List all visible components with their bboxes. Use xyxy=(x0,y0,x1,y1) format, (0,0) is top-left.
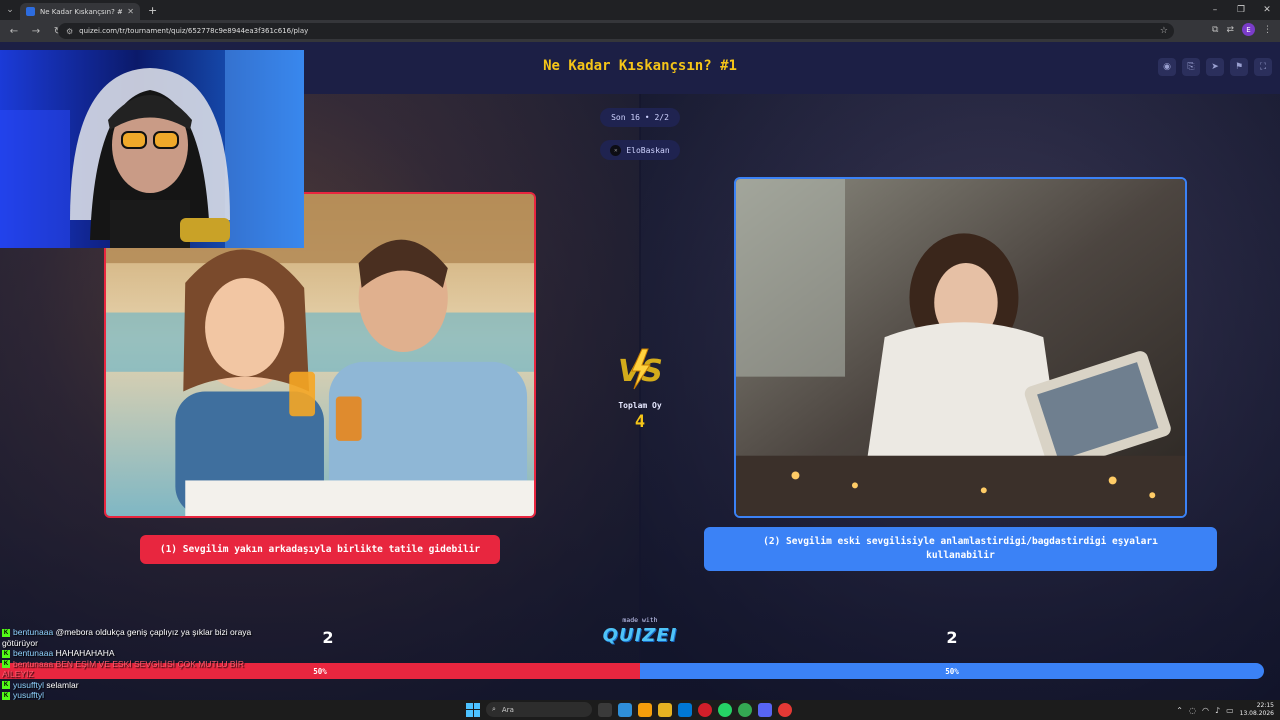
chat-text: selamlar xyxy=(46,679,79,690)
wifi-icon[interactable]: ◠ xyxy=(1202,706,1209,715)
opera-icon[interactable] xyxy=(698,702,712,717)
user-name: EloBaskan xyxy=(626,145,670,155)
kick-badge-icon: K xyxy=(2,691,10,700)
new-tab-icon[interactable]: + xyxy=(148,4,157,17)
close-window-icon[interactable]: ✕ xyxy=(1254,5,1280,15)
extensions-icon[interactable]: ⧉ xyxy=(1212,25,1218,35)
chat-username[interactable]: yusufftyl xyxy=(13,680,44,690)
share-icon[interactable]: ⎘ xyxy=(1182,58,1200,76)
chrome-icon[interactable] xyxy=(738,702,752,717)
extensions-area: ⧉ ⇄ E ⋮ xyxy=(1212,23,1272,36)
right-percent-label: 50% xyxy=(945,666,959,676)
obs-icon[interactable] xyxy=(778,702,792,717)
whatsapp-icon[interactable] xyxy=(718,702,732,717)
webcam-overlay xyxy=(0,50,304,248)
browser-tabbar: ⌄ Ne Kadar Kıskançsın? #1 - Tier ✕ + – ❐… xyxy=(0,0,1280,20)
network-icon[interactable]: ◌ xyxy=(1189,706,1196,715)
chat-message: Kyusufftyl xyxy=(2,690,262,701)
quizei-favicon-icon xyxy=(26,7,35,16)
total-votes-count: 4 xyxy=(634,412,646,432)
task-view-icon[interactable] xyxy=(598,702,612,717)
tab-title: Ne Kadar Kıskançsın? #1 - Tier xyxy=(40,7,122,16)
windows-start-icon[interactable] xyxy=(466,702,480,717)
clock-time: 22:15 xyxy=(1256,702,1274,709)
taskbar-clock[interactable]: 22:15 13.08.2026 xyxy=(1240,702,1274,718)
right-vote-count: 2 xyxy=(946,628,958,647)
streamer-webcam-image xyxy=(0,50,304,248)
browser-menu-icon[interactable]: ⋮ xyxy=(1263,25,1272,35)
chat-text: HAHAHAHAHA xyxy=(55,648,115,658)
bookmark-star-icon[interactable]: ☆ xyxy=(1160,26,1168,36)
fullscreen-icon[interactable]: ⛶ xyxy=(1254,58,1272,76)
chat-username[interactable]: bentunaaa xyxy=(13,627,53,637)
right-percent-fill: 50% xyxy=(640,663,1264,679)
send-icon[interactable]: ➤ xyxy=(1206,58,1224,76)
tray-chevron-icon[interactable]: ⌃ xyxy=(1176,706,1183,715)
round-pill: Son 16 • 2/2 xyxy=(600,108,680,127)
stream-chat: Kbentunaaa @mebora oldukça geniş çaplıyı… xyxy=(2,627,262,701)
widgets-icon[interactable] xyxy=(618,702,632,717)
user-pill[interactable]: ✕ EloBaskan xyxy=(600,140,680,160)
left-vote-count: 2 xyxy=(322,628,334,647)
kick-badge-icon: K xyxy=(2,628,10,637)
quizei-logo[interactable]: QUIZEI xyxy=(600,625,680,646)
kick-badge-icon: K xyxy=(2,660,10,669)
discord-icon[interactable] xyxy=(758,702,772,717)
choice-right-label[interactable]: (2) Sevgilim eski sevgilisiyle anlamlast… xyxy=(704,527,1217,571)
eye-icon[interactable]: ◉ xyxy=(1158,58,1176,76)
made-with-text: made with xyxy=(622,616,658,624)
vs-icon: VS xyxy=(618,348,663,390)
total-votes-label: Toplam Oy xyxy=(618,401,662,410)
file-explorer-icon[interactable] xyxy=(658,702,672,717)
minimize-icon[interactable]: – xyxy=(1202,5,1228,15)
windows-taskbar: ⌕ Ara ⌃ ◌ ◠ ♪ ▭ 22:15 13.08.2026 xyxy=(0,700,1280,720)
taskbar-apps: ⌕ Ara xyxy=(466,702,792,717)
back-icon[interactable]: ← xyxy=(8,26,20,37)
url-text: quizei.com/tr/tournament/quiz/652778c9e8… xyxy=(79,27,309,35)
profile-avatar[interactable]: E xyxy=(1242,23,1255,36)
kick-badge-icon: K xyxy=(2,681,10,690)
volume-icon[interactable]: ♪ xyxy=(1215,706,1220,715)
chat-message: Kbentunaaa BEN EŞİM VE ESKİ SEVGİLİSİ ÇO… xyxy=(2,659,262,680)
site-info-icon[interactable]: ⚙ xyxy=(66,27,73,36)
chat-username[interactable]: bentunaaa xyxy=(13,648,53,658)
tab-list-icon[interactable]: ⌄ xyxy=(0,0,20,20)
search-icon: ⌕ xyxy=(492,705,496,713)
store-icon[interactable] xyxy=(678,702,692,717)
round-text: Son 16 • 2/2 xyxy=(611,113,669,122)
flag-icon[interactable]: ⚑ xyxy=(1230,58,1248,76)
browser-toolbar: ← → ↻ ⚙ quizei.com/tr/tournament/quiz/65… xyxy=(0,20,1280,42)
address-bar[interactable]: ⚙ quizei.com/tr/tournament/quiz/652778c9… xyxy=(58,23,1174,39)
clock-date: 13.08.2026 xyxy=(1239,710,1274,717)
kick-badge-icon: K xyxy=(2,649,10,658)
user-avatar: ✕ xyxy=(610,144,622,156)
forward-icon[interactable]: → xyxy=(30,26,42,37)
maximize-icon[interactable]: ❐ xyxy=(1228,5,1254,15)
chat-username[interactable]: yusufftyl xyxy=(13,690,44,700)
window-controls: – ❐ ✕ xyxy=(1202,0,1280,20)
choice-left-label[interactable]: (1) Sevgilim yakın arkadaşıyla birlikte … xyxy=(140,535,500,564)
search-placeholder: Ara xyxy=(501,705,514,714)
taskbar-search[interactable]: ⌕ Ara xyxy=(486,702,592,717)
chat-message: Kyusufftyl selamlar xyxy=(2,680,262,691)
system-tray: ⌃ ◌ ◠ ♪ ▭ 22:15 13.08.2026 xyxy=(1176,702,1274,718)
chat-message: Kbentunaaa HAHAHAHAHA xyxy=(2,648,262,659)
left-percent-label: 50% xyxy=(313,666,327,676)
battery-icon[interactable]: ▭ xyxy=(1226,706,1234,715)
app-icon[interactable] xyxy=(638,702,652,717)
screen: ⌄ Ne Kadar Kıskançsın? #1 - Tier ✕ + – ❐… xyxy=(0,0,1280,720)
close-tab-icon[interactable]: ✕ xyxy=(127,7,134,16)
chat-message: Kbentunaaa @mebora oldukça geniş çaplıyı… xyxy=(2,627,262,648)
choice-right-image[interactable] xyxy=(734,177,1187,518)
cast-icon[interactable]: ⇄ xyxy=(1226,25,1234,35)
chat-username[interactable]: bentunaaa xyxy=(13,659,53,669)
header-actions: ◉ ⎘ ➤ ⚑ ⛶ xyxy=(1158,58,1272,76)
browser-tab[interactable]: Ne Kadar Kıskançsın? #1 - Tier ✕ xyxy=(20,3,140,20)
woman-memories-illustration xyxy=(736,179,1185,516)
